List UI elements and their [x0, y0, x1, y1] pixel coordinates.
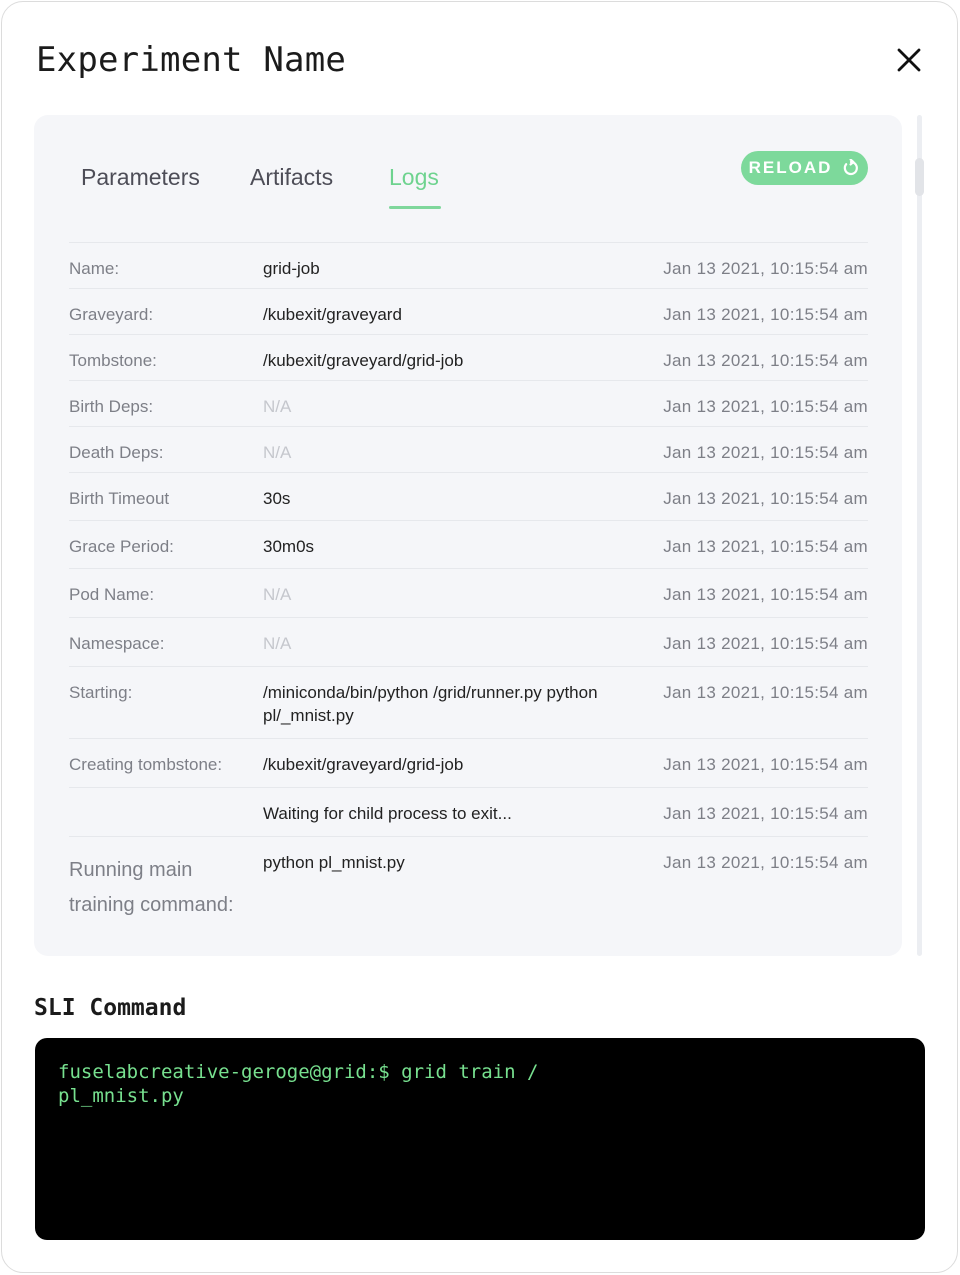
- scrollbar-thumb[interactable]: [915, 158, 924, 196]
- reload-button[interactable]: RELOAD: [741, 151, 868, 185]
- log-timestamp: Jan 13 2021, 10:15:54 am: [663, 537, 868, 556]
- log-value: N/A: [263, 585, 292, 604]
- close-button[interactable]: [893, 44, 925, 76]
- log-timestamp: Jan 13 2021, 10:15:54 am: [663, 853, 868, 872]
- log-row: Starting: /miniconda/bin/python /grid/ru…: [69, 666, 868, 738]
- log-row: Creating tombstone: /kubexit/graveyard/g…: [69, 738, 868, 787]
- log-row: Death Deps: N/A Jan 13 2021, 10:15:54 am: [69, 426, 868, 472]
- log-row: Running main training command: python pl…: [69, 836, 868, 932]
- log-timestamp: Jan 13 2021, 10:15:54 am: [663, 351, 868, 370]
- log-value: N/A: [263, 397, 292, 416]
- log-value: N/A: [263, 634, 292, 653]
- log-row: Graveyard: /kubexit/graveyard Jan 13 202…: [69, 288, 868, 334]
- log-label: Birth Timeout: [69, 489, 170, 508]
- log-row: Waiting for child process to exit... Jan…: [69, 787, 868, 836]
- log-value: 30m0s: [263, 537, 315, 556]
- log-row: Grace Period: 30m0s Jan 13 2021, 10:15:5…: [69, 520, 868, 568]
- log-timestamp: Jan 13 2021, 10:15:54 am: [663, 585, 868, 604]
- log-timestamp: Jan 13 2021, 10:15:54 am: [663, 755, 868, 774]
- log-row: Namespace: N/A Jan 13 2021, 10:15:54 am: [69, 617, 868, 666]
- log-label: Grace Period:: [69, 537, 174, 556]
- log-value: grid-job: [263, 259, 320, 278]
- log-timestamp: Jan 13 2021, 10:15:54 am: [663, 259, 868, 278]
- log-timestamp: Jan 13 2021, 10:15:54 am: [663, 443, 868, 462]
- close-icon: [897, 48, 921, 72]
- log-label: Graveyard:: [69, 305, 154, 324]
- log-label: Namespace:: [69, 634, 165, 653]
- log-row: Birth Deps: N/A Jan 13 2021, 10:15:54 am: [69, 380, 868, 426]
- log-label: Name:: [69, 259, 120, 278]
- log-row: Name: grid-job Jan 13 2021, 10:15:54 am: [69, 242, 868, 288]
- log-timestamp: Jan 13 2021, 10:15:54 am: [663, 305, 868, 324]
- log-label: Death Deps:: [69, 443, 164, 462]
- log-label: Tombstone:: [69, 351, 157, 370]
- log-value: /kubexit/graveyard: [263, 305, 402, 324]
- log-value: 30s: [263, 489, 291, 508]
- tab-parameters[interactable]: Parameters: [81, 164, 200, 191]
- sli-command-title: SLI Command: [34, 995, 187, 1021]
- log-table: Name: grid-job Jan 13 2021, 10:15:54 am …: [69, 242, 868, 932]
- reload-label: RELOAD: [748, 158, 833, 177]
- log-label: Birth Deps:: [69, 397, 154, 416]
- log-value: /kubexit/graveyard/grid-job: [263, 755, 464, 774]
- scrollbar-track[interactable]: [917, 115, 922, 956]
- terminal-box[interactable]: fuselabcreative-geroge@grid:$ grid train…: [35, 1038, 925, 1240]
- log-row: Birth Timeout 30s Jan 13 2021, 10:15:54 …: [69, 472, 868, 520]
- log-row: Tombstone: /kubexit/graveyard/grid-job J…: [69, 334, 868, 380]
- log-value: N/A: [263, 443, 292, 462]
- log-row: Pod Name: N/A Jan 13 2021, 10:15:54 am: [69, 568, 868, 617]
- log-label: Running main training command:: [69, 859, 234, 916]
- modal-title: Experiment Name: [36, 40, 347, 80]
- reload-icon: [844, 159, 859, 176]
- log-label: Pod Name:: [69, 585, 155, 604]
- active-tab-indicator: [389, 206, 441, 209]
- log-value: Waiting for child process to exit...: [263, 804, 512, 823]
- log-value: /miniconda/bin/python /grid/runner.py py…: [263, 683, 598, 725]
- log-label: Starting:: [69, 683, 133, 702]
- log-label: Creating tombstone:: [69, 755, 223, 774]
- log-timestamp: Jan 13 2021, 10:15:54 am: [663, 683, 868, 702]
- log-timestamp: Jan 13 2021, 10:15:54 am: [663, 397, 868, 416]
- log-timestamp: Jan 13 2021, 10:15:54 am: [663, 804, 868, 823]
- log-value: /kubexit/graveyard/grid-job: [263, 351, 464, 370]
- tab-logs[interactable]: Logs: [389, 164, 439, 191]
- tab-artifacts[interactable]: Artifacts: [250, 164, 333, 191]
- log-value: python pl_mnist.py: [263, 853, 405, 872]
- log-timestamp: Jan 13 2021, 10:15:54 am: [663, 489, 868, 508]
- log-timestamp: Jan 13 2021, 10:15:54 am: [663, 634, 868, 653]
- terminal-command[interactable]: fuselabcreative-geroge@grid:$ grid train…: [58, 1060, 618, 1108]
